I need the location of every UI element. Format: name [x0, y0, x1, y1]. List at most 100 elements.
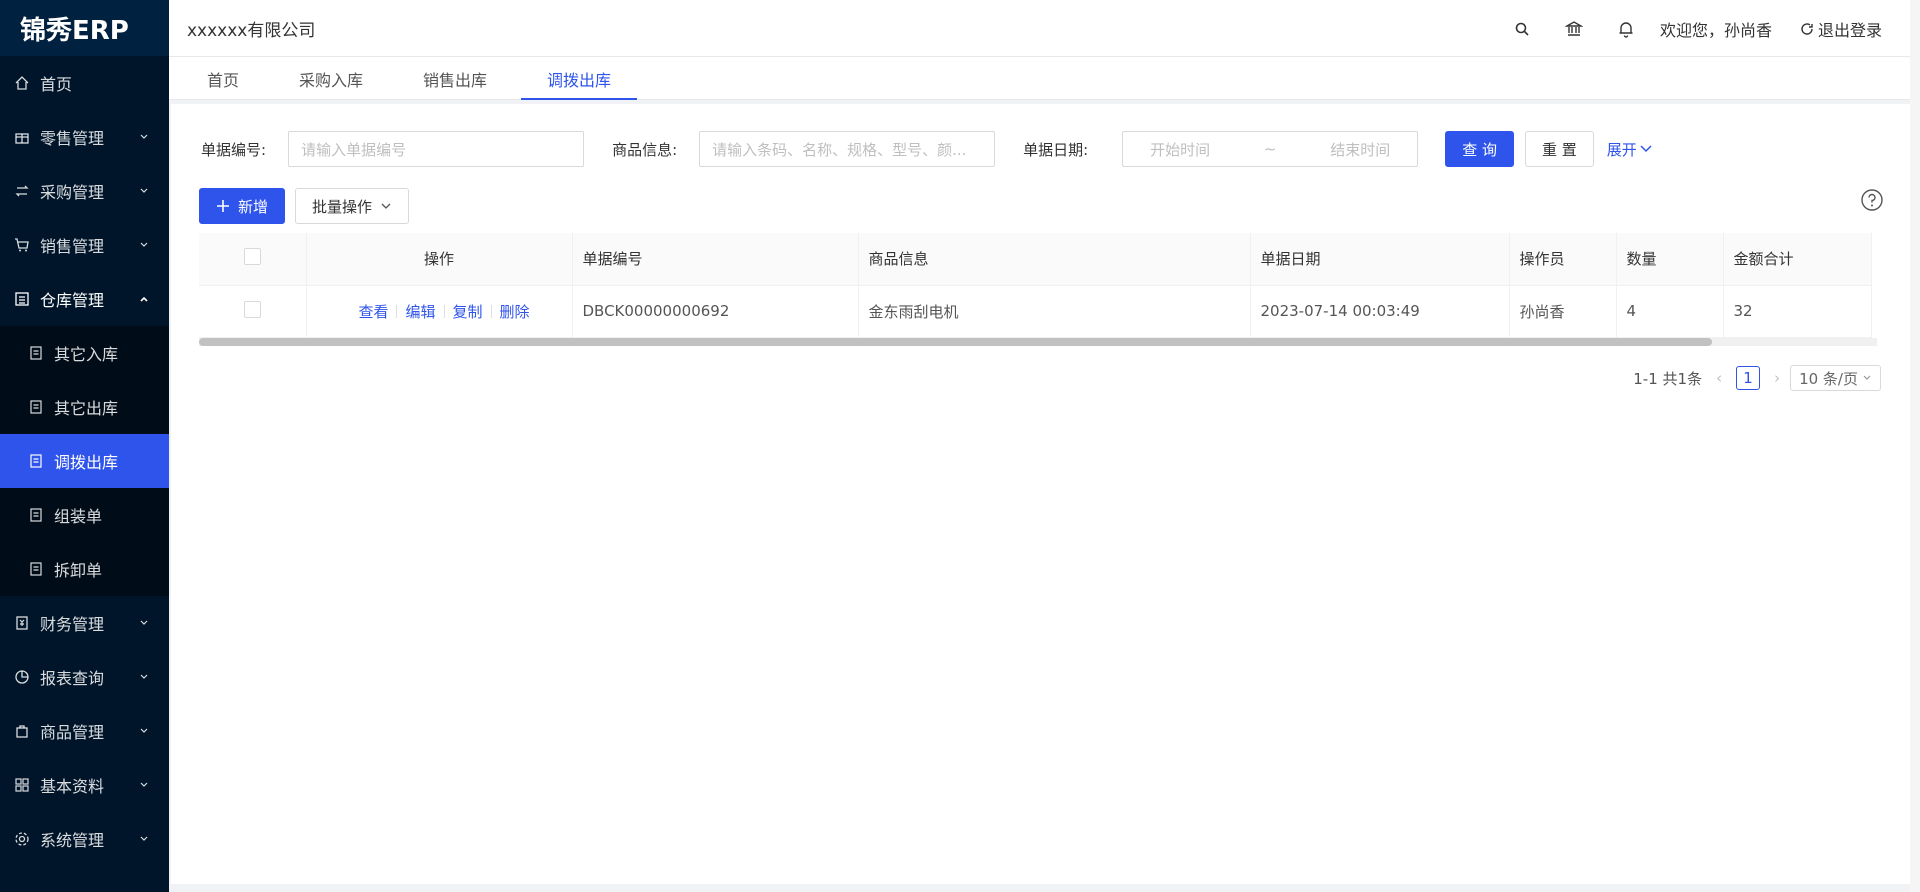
add-label: 新增: [238, 197, 269, 216]
logout-label: 退出登录: [1817, 20, 1882, 40]
tab-purchase-in[interactable]: 采购入库: [273, 57, 389, 100]
sidebar-item-label: 基本资料: [40, 777, 105, 796]
bag-icon: [14, 723, 30, 739]
select-all-cell: [199, 233, 307, 286]
sidebar-item-system[interactable]: 系统管理: [0, 812, 169, 866]
sidebar-item-label: 商品管理: [40, 723, 105, 742]
chevron-down-icon: [140, 242, 148, 247]
end-date-input[interactable]: 结束时间: [1330, 139, 1390, 160]
top-header: xxxxxx有限公司 欢迎您，孙尚香 退出登录: [169, 0, 1910, 57]
table-row: 查看 编辑 复制 删除 DBCK00000000692 金东雨刮电机 2023-…: [199, 285, 1872, 338]
chevron-up-icon: [140, 296, 148, 302]
chevron-down-icon: [140, 188, 148, 193]
sidebar-item-label: 采购管理: [40, 183, 105, 202]
page-number[interactable]: 1: [1736, 366, 1761, 390]
pagination-summary: 1-1 共1条: [1633, 369, 1703, 388]
chevron-down-icon: [140, 620, 148, 625]
sidebar-subitem-other-in[interactable]: 其它入库: [0, 326, 169, 380]
bank-icon[interactable]: [1548, 0, 1600, 57]
logout-button[interactable]: 退出登录: [1800, 17, 1882, 41]
pie-chart-icon: [14, 669, 30, 685]
page-size-select[interactable]: 10 条/页: [1790, 365, 1881, 391]
sidebar-item-goods[interactable]: 商品管理: [0, 704, 169, 758]
chevron-down-icon: [140, 674, 148, 679]
tab-sales-out[interactable]: 销售出库: [397, 57, 513, 100]
goods-label: 商品信息:: [612, 140, 678, 159]
sidebar-subitem-transfer-out[interactable]: 调拨出库: [0, 434, 169, 488]
operator-cell: 孙尚香: [1509, 285, 1617, 338]
column-header: 操作: [306, 233, 573, 286]
doc-no-input[interactable]: 请输入单据编号: [288, 131, 585, 167]
main-content: 单据编号: 请输入单据编号 商品信息: 请输入条码、名称、规格、型号、颜... …: [171, 104, 1910, 884]
ops-cell: 查看 编辑 复制 删除: [306, 285, 573, 338]
sidebar-subitem-other-out[interactable]: 其它出库: [0, 380, 169, 434]
sidebar-subitem-disassembly[interactable]: 拆卸单: [0, 542, 169, 596]
sidebar-item-warehouse[interactable]: 仓库管理: [0, 272, 169, 326]
bell-icon[interactable]: [1600, 0, 1652, 57]
amount-cell: 32: [1723, 285, 1872, 338]
expand-label: 展开: [1606, 140, 1637, 159]
sidebar-item-label: 首页: [40, 75, 73, 94]
prev-page-icon[interactable]: ‹: [1716, 369, 1722, 387]
sidebar-item-label: 财务管理: [40, 615, 105, 634]
pagination: 1-1 共1条 ‹ 1 › 10 条/页: [1633, 365, 1881, 391]
chevron-down-icon: [381, 203, 391, 209]
row-checkbox[interactable]: [243, 300, 261, 318]
warehouse-icon: [14, 291, 30, 307]
column-header: 单据日期: [1250, 233, 1510, 286]
home-icon: [14, 75, 30, 91]
column-header: 操作员: [1509, 233, 1617, 286]
sidebar-item-sales[interactable]: 销售管理: [0, 218, 169, 272]
column-header: 金额合计: [1723, 233, 1872, 286]
scrollbar-thumb[interactable]: [199, 337, 1712, 346]
start-date-input[interactable]: 开始时间: [1150, 139, 1210, 160]
sidebar-item-basic-data[interactable]: 基本资料: [0, 758, 169, 812]
sidebar-item-reports[interactable]: 报表查询: [0, 650, 169, 704]
chevron-down-icon: [140, 782, 148, 787]
column-header: 商品信息: [858, 233, 1251, 286]
finance-icon: [14, 615, 30, 631]
sidebar-item-purchase[interactable]: 采购管理: [0, 164, 169, 218]
next-page-icon[interactable]: ›: [1774, 369, 1780, 387]
action-bar: 新增 批量操作: [199, 188, 410, 224]
divider: [490, 304, 492, 318]
sidebar-item-label: 组装单: [54, 507, 103, 526]
query-button[interactable]: 查 询: [1445, 131, 1514, 167]
date-label: 单据日期:: [1023, 140, 1089, 159]
settings-icon: [14, 831, 30, 847]
row-select-cell: [199, 285, 307, 338]
chevron-down-icon: [1640, 145, 1652, 153]
help-icon[interactable]: [1860, 188, 1884, 212]
date-range-picker[interactable]: 开始时间 ~ 结束时间: [1122, 131, 1419, 167]
horizontal-scrollbar[interactable]: [199, 337, 1877, 346]
sidebar-item-label: 零售管理: [40, 129, 105, 148]
batch-ops-dropdown[interactable]: 批量操作: [295, 188, 410, 224]
page-scrollbar[interactable]: [1910, 0, 1920, 892]
copy-link[interactable]: 复制: [453, 301, 483, 322]
sidebar-item-finance[interactable]: 财务管理: [0, 596, 169, 650]
expand-link[interactable]: 展开: [1607, 139, 1653, 160]
view-link[interactable]: 查看: [358, 301, 388, 322]
reset-button[interactable]: 重 置: [1524, 131, 1594, 167]
table-header-row: 操作 单据编号 商品信息 单据日期 操作员 数量 金额合计: [199, 233, 1872, 286]
sidebar-item-home[interactable]: 首页: [0, 56, 169, 110]
document-icon: [28, 561, 44, 577]
sidebar-item-retail[interactable]: 零售管理: [0, 110, 169, 164]
delete-link[interactable]: 删除: [500, 301, 530, 322]
company-name: xxxxxx有限公司: [187, 20, 316, 41]
header-actions: 欢迎您，孙尚香 退出登录: [1496, 0, 1900, 57]
select-all-checkbox[interactable]: [243, 248, 261, 266]
sidebar-item-label: 系统管理: [40, 831, 105, 850]
search-icon[interactable]: [1496, 0, 1548, 57]
goods-input[interactable]: 请输入条码、名称、规格、型号、颜...: [699, 131, 996, 167]
goods-cell: 金东雨刮电机: [858, 285, 1251, 338]
tab-home[interactable]: 首页: [181, 57, 265, 100]
page-tabs: 首页 采购入库 销售出库 调拨出库: [169, 57, 1910, 100]
tab-transfer-out[interactable]: 调拨出库: [521, 57, 638, 100]
doc-no-label: 单据编号:: [201, 140, 267, 159]
add-button[interactable]: 新增: [199, 188, 286, 224]
sidebar-subitem-assembly[interactable]: 组装单: [0, 488, 169, 542]
chevron-down-icon: [140, 134, 148, 139]
edit-link[interactable]: 编辑: [405, 301, 435, 322]
plus-icon: [217, 200, 229, 212]
